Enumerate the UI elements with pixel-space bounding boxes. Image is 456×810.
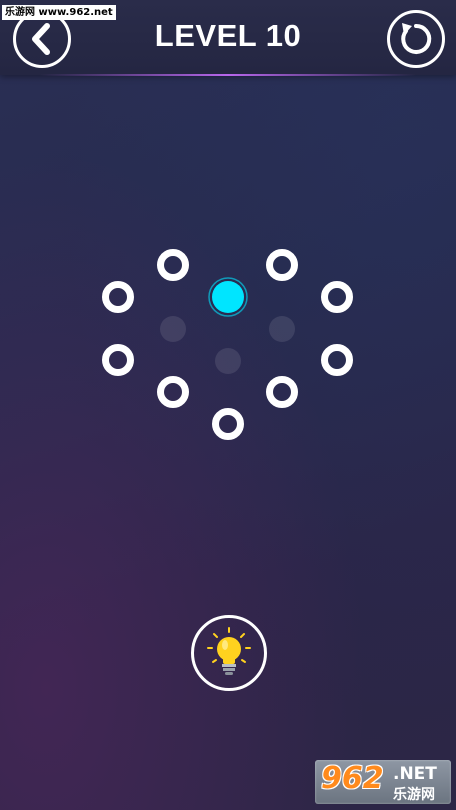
- board-node[interactable]: [321, 344, 353, 376]
- watermark-logo: 962 .NET 乐游网: [315, 760, 451, 804]
- logo-number: 962: [321, 761, 384, 796]
- board-node[interactable]: [102, 344, 134, 376]
- board-node[interactable]: [157, 249, 189, 281]
- board-node[interactable]: [321, 281, 353, 313]
- board-node[interactable]: [102, 281, 134, 313]
- board-node[interactable]: [212, 408, 244, 440]
- board-node[interactable]: [266, 376, 298, 408]
- faint-node: [269, 316, 295, 342]
- faint-node: [215, 348, 241, 374]
- board-node[interactable]: [266, 249, 298, 281]
- logo-cn-text: 乐游网: [393, 787, 435, 803]
- active-node[interactable]: [212, 281, 244, 313]
- logo-suffix: .NET: [393, 764, 437, 784]
- hint-button[interactable]: [191, 615, 267, 691]
- board-node[interactable]: [157, 376, 189, 408]
- faint-node: [160, 316, 186, 342]
- lightbulb-icon: [207, 627, 251, 675]
